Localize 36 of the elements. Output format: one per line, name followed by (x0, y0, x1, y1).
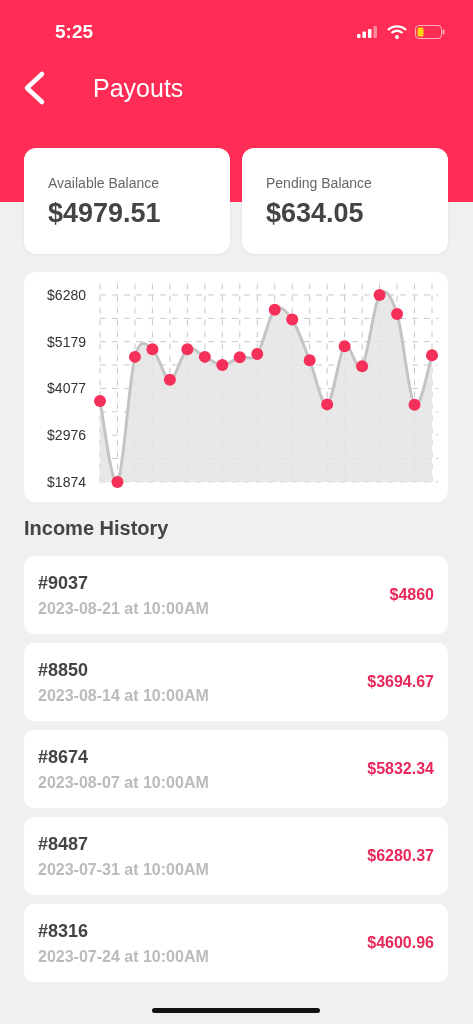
axis-label: $2976 (47, 427, 86, 444)
payout-date: 2023-08-07 at 10:00AM (38, 773, 209, 792)
payout-date: 2023-07-24 at 10:00AM (38, 947, 209, 966)
balance-label: Available Balance (48, 175, 160, 191)
payout-date: 2023-08-21 at 10:00AM (38, 599, 209, 618)
payout-amount: $6280.37 (367, 847, 434, 865)
payout-id: #8674 (38, 746, 89, 768)
payout-id: #8850 (38, 659, 89, 681)
payout-amount: $5832.34 (367, 760, 434, 778)
income-row[interactable]: #8674 2023-08-07 at 10:00AM $5832.34 (24, 730, 448, 808)
page-title: Payouts (93, 73, 184, 103)
income-row[interactable]: #8316 2023-07-24 at 10:00AM $4600.96 (24, 904, 448, 982)
status-time: 5:25 (55, 21, 94, 43)
battery-icon (415, 25, 445, 39)
payout-date: 2023-07-31 at 10:00AM (38, 860, 209, 879)
payout-amount: $4600.96 (367, 934, 434, 952)
axis-label: $5179 (47, 333, 86, 350)
axis-label: $1874 (47, 473, 86, 490)
income-row[interactable]: #8487 2023-07-31 at 10:00AM $6280.37 (24, 817, 448, 895)
payout-date: 2023-08-14 at 10:00AM (38, 686, 209, 705)
section-title: Income History (24, 517, 169, 540)
payout-id: #8316 (38, 920, 89, 942)
payout-id: #8487 (38, 833, 89, 855)
payout-id: #9037 (38, 572, 89, 594)
balance-amount: $4979.51 (48, 198, 161, 229)
wifi-icon (387, 25, 407, 39)
payout-amount: $4860 (389, 586, 434, 604)
balance-label: Pending Balance (266, 175, 372, 191)
back-icon[interactable] (22, 70, 46, 106)
balance-amount: $634.05 (266, 198, 364, 229)
income-row[interactable]: #9037 2023-08-21 at 10:00AM $4860 (24, 556, 448, 634)
axis-label: $6280 (47, 286, 86, 303)
axis-label: $4077 (47, 380, 86, 397)
payout-amount: $3694.67 (367, 673, 434, 691)
income-row[interactable]: #8850 2023-08-14 at 10:00AM $3694.67 (24, 643, 448, 721)
signal-icon (357, 26, 379, 38)
